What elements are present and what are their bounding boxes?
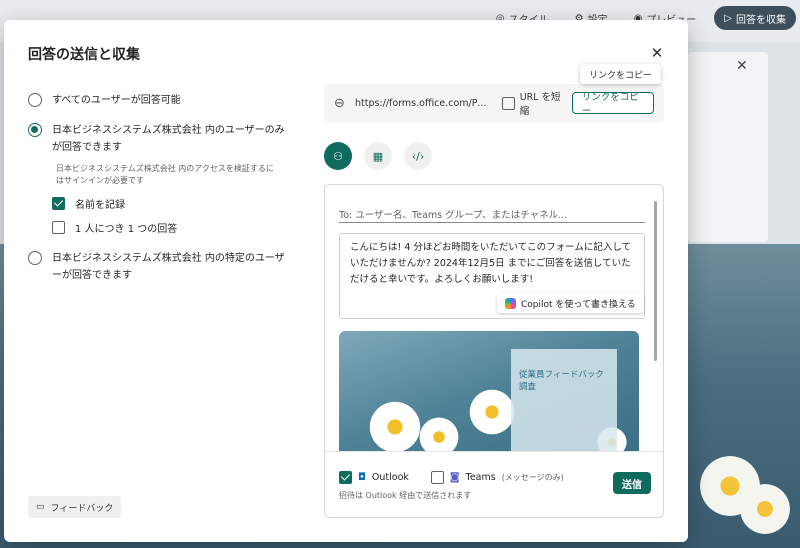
record-name-checkbox[interactable]: [52, 197, 65, 210]
comment-icon: ▭: [36, 502, 45, 512]
person-add-icon: ⚇: [333, 149, 343, 163]
shorten-url-label: URL を短縮: [519, 92, 561, 117]
record-name-label: 名前を記録: [75, 200, 125, 211]
daisy-decoration: [419, 417, 459, 451]
recipient-input[interactable]: To: ユーザー名、Teams グループ、またはチャネル...: [339, 203, 645, 223]
delivery-options: ◘ Outlook ◙ Teams (メッセージのみ): [339, 471, 564, 484]
outlook-checkbox[interactable]: [339, 471, 352, 484]
collect-responses-button[interactable]: ▷ 回答を収集: [714, 6, 796, 30]
send-icon: ▷: [724, 12, 732, 24]
radio-specific-people[interactable]: [28, 251, 42, 265]
share-qr-button[interactable]: ▦: [364, 142, 392, 170]
feedback-button[interactable]: ▭ フィードバック: [28, 496, 122, 518]
one-response-checkbox[interactable]: [52, 221, 65, 234]
daisy-decoration: [469, 389, 515, 435]
daisy-decoration: [369, 401, 421, 451]
code-icon: ‹/›: [411, 149, 425, 163]
qr-code-icon: ▦: [372, 149, 384, 163]
link-icon: ⊖: [334, 95, 345, 111]
feedback-label: フィードバック: [50, 503, 114, 514]
preview-card: 従業員フィードバック調査: [511, 349, 617, 451]
teams-note: (メッセージのみ): [501, 473, 564, 482]
teams-checkbox[interactable]: [430, 471, 444, 484]
one-response-checkbox-row[interactable]: 1 人につき 1 つの回答: [52, 220, 177, 235]
record-name-checkbox-row[interactable]: 名前を記録: [52, 196, 125, 211]
panel-footer: ◘ Outlook ◙ Teams (メッセージのみ) 招待は Outlook …: [325, 451, 663, 517]
option-specific-people[interactable]: 日本ビジネスシステムズ株式会社 内の特定のユーザーが回答できます: [28, 250, 292, 284]
invite-panel: To: ユーザー名、Teams グループ、またはチャネル... こんにちは! 4…: [324, 184, 664, 518]
option-org-only[interactable]: 日本ビジネスシステムズ株式会社 内のユーザーのみが回答できます: [28, 122, 292, 156]
copilot-rewrite-button[interactable]: Copilot を使って書き換える: [497, 293, 644, 313]
radio-org-only[interactable]: [28, 123, 42, 137]
shorten-url-checkbox[interactable]: [501, 96, 515, 110]
option-org-only-label: 日本ビジネスシステムズ株式会社 内のユーザーのみが回答できます: [52, 125, 285, 153]
radio-anyone[interactable]: [28, 93, 42, 107]
collect-label: 回答を収集: [736, 14, 786, 26]
preview-title: 従業員フィードバック調査: [519, 370, 604, 392]
share-invite-button[interactable]: ⚇: [324, 142, 352, 170]
outlook-icon: ◘: [358, 472, 366, 483]
one-response-label: 1 人につき 1 つの回答: [75, 224, 178, 235]
teams-label: Teams: [465, 472, 496, 483]
teams-icon: ◙: [449, 472, 460, 483]
close-icon[interactable]: ✕: [648, 44, 666, 62]
delivery-hint: 招待は Outlook 経由で送信されます: [339, 491, 472, 500]
option-anyone[interactable]: すべてのユーザーが回答可能: [28, 92, 292, 109]
outlook-label: Outlook: [371, 472, 409, 483]
copilot-icon: [505, 297, 516, 309]
background-panel: [688, 52, 768, 242]
background-close-icon: ✕: [736, 58, 748, 74]
message-text: こんにちは! 4 分ほどお時間をいただいてこのフォームに記入していただけませんか…: [350, 242, 632, 285]
panel-scrollbar[interactable]: [654, 201, 657, 361]
form-url[interactable]: https://forms.office.com/Pages/ResponseP…: [355, 98, 492, 109]
send-button[interactable]: 送信: [613, 472, 651, 494]
option-anyone-label: すべてのユーザーが回答可能: [52, 95, 181, 106]
daisy-decoration: [740, 484, 790, 534]
copy-link-button[interactable]: リンクをコピー: [571, 92, 654, 117]
option-specific-people-label: 日本ビジネスシステムズ株式会社 内の特定のユーザーが回答できます: [52, 253, 285, 281]
link-bar: ⊖ https://forms.office.com/Pages/Respons…: [324, 84, 664, 122]
form-preview-image: 従業員フィードバック調査: [339, 331, 639, 451]
copy-link-tooltip: リンクをコピー: [580, 64, 662, 84]
option-note: 日本ビジネスシステムズ株式会社 内のアクセスを検証するにはサインインが必要です: [56, 164, 274, 185]
copilot-label: Copilot を使って書き換える: [521, 299, 636, 310]
share-embed-button[interactable]: ‹/›: [404, 142, 432, 170]
shorten-url-toggle[interactable]: URL を短縮: [501, 89, 566, 117]
dialog-title: 回答の送信と収集: [28, 47, 140, 63]
collect-responses-dialog: 回答の送信と収集 ✕ すべてのユーザーが回答可能 日本ビジネスシステムズ株式会社…: [4, 20, 688, 542]
